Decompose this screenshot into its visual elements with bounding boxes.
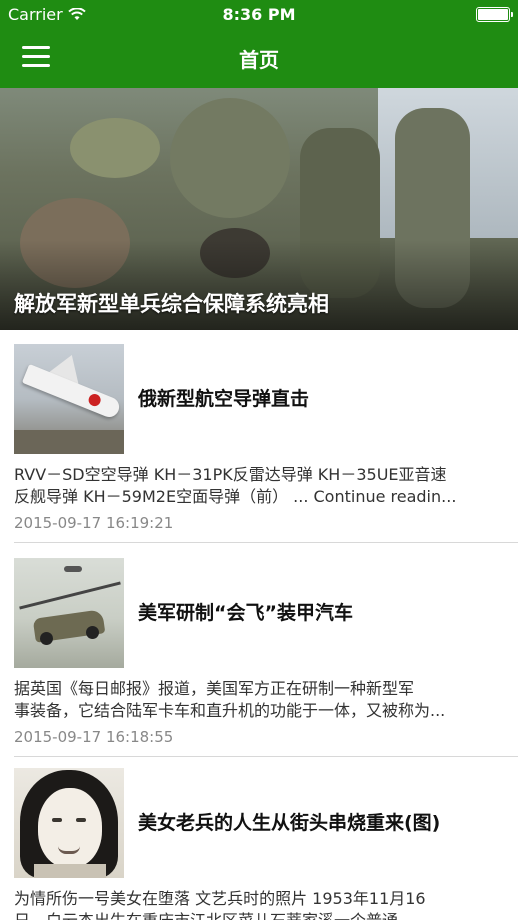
news-title: 美军研制“会飞”装甲汽车 <box>138 602 353 624</box>
news-summary-line: 据英国《每日邮报》报道，美国军方正在研制一种新型军 <box>14 679 415 698</box>
app-screen: Carrier 8:36 PM 首页 解放军新型单兵综合保障系统亮相 俄新型航空… <box>0 0 518 920</box>
news-item[interactable]: 美女老兵的人生从街头串烧重来(图) 为情所伤一号美女在堕落 文艺兵时的照片 19… <box>0 758 518 920</box>
navigation-bar: 首页 <box>0 30 518 88</box>
news-summary-line: 日，白云杰出生在重庆市江北区菜儿石蒂家溪一个普通... <box>14 910 504 920</box>
page-title: 首页 <box>239 48 279 72</box>
news-thumbnail-portrait <box>14 768 124 878</box>
banner-caption: 解放军新型单兵综合保障系统亮相 <box>14 292 329 316</box>
banner-photo-shape <box>170 98 290 218</box>
status-time: 8:36 PM <box>222 5 296 24</box>
news-date: 2015-09-17 16:18:55 <box>14 728 174 746</box>
news-summary-line: RVV－SD空空导弹 KH－31PK反雷达导弹 KH－35UE亚音速 <box>14 465 447 484</box>
news-date: 2015-09-17 16:19:21 <box>14 514 174 532</box>
news-summary-line: 为情所伤一号美女在堕落 文艺兵时的照片 1953年11月16 <box>14 889 426 908</box>
news-item[interactable]: 美军研制“会飞”装甲汽车 据英国《每日邮报》报道，美国军方正在研制一种新型军 事… <box>0 544 518 758</box>
news-title: 美女老兵的人生从街头串烧重来(图) <box>138 812 441 834</box>
divider <box>14 542 518 543</box>
news-title: 俄新型航空导弹直击 <box>138 388 310 410</box>
news-thumbnail-missile <box>14 344 124 454</box>
banner-photo-shape <box>70 118 160 178</box>
news-thumbnail-flying-car <box>14 558 124 668</box>
featured-banner[interactable]: 解放军新型单兵综合保障系统亮相 <box>0 88 518 330</box>
news-summary-line: 事装备，它结合陆军卡车和直升机的功能于一体，又被称为... <box>14 701 446 720</box>
divider <box>14 756 518 757</box>
news-summary-line: 反舰导弹 KH－59M2E空面导弹（前） ... Continue readin… <box>14 487 457 506</box>
news-item[interactable]: 俄新型航空导弹直击 RVV－SD空空导弹 KH－31PK反雷达导弹 KH－35U… <box>0 330 518 544</box>
battery-icon <box>476 7 513 22</box>
status-bar: Carrier 8:36 PM <box>0 0 518 30</box>
top-bar: Carrier 8:36 PM 首页 <box>0 0 518 88</box>
